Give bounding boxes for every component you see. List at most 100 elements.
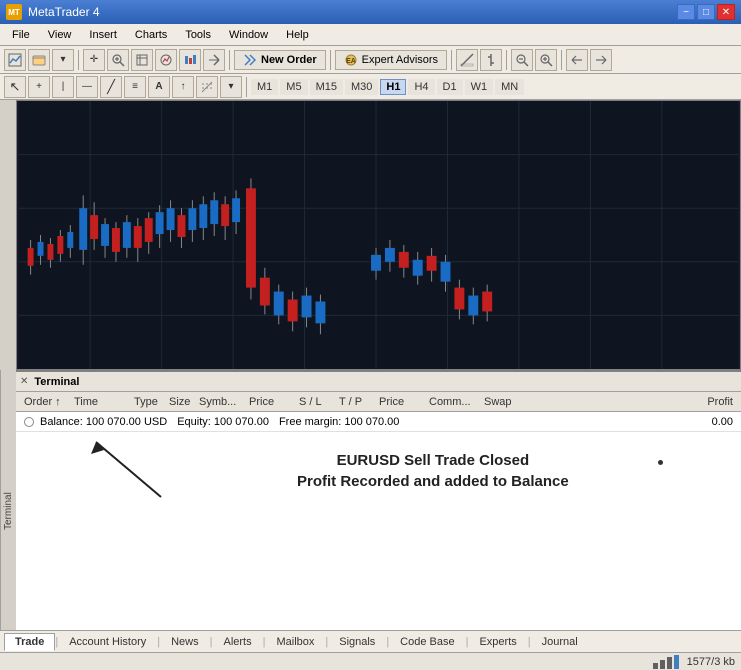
status-bar-icons: [653, 655, 683, 669]
tb-zoom-out-btn[interactable]: [511, 49, 533, 71]
menu-window[interactable]: Window: [221, 27, 276, 43]
tb-sep3: [330, 50, 331, 70]
th-comm: Comm...: [425, 396, 480, 408]
balance-icon: [24, 417, 34, 427]
terminal-side-label[interactable]: Terminal: [0, 370, 16, 652]
toolbar1: ▾ ✛ New Order EA Expert Advisors: [0, 46, 741, 74]
tb-dropdown1[interactable]: ▾: [52, 49, 74, 71]
menu-view[interactable]: View: [40, 27, 80, 43]
th-size: Size: [165, 396, 195, 408]
menu-tools[interactable]: Tools: [177, 27, 219, 43]
tb-crosshair-btn[interactable]: ✛: [83, 49, 105, 71]
tb-trendline-btn[interactable]: ╱: [100, 76, 122, 98]
tb-properties-btn[interactable]: [131, 49, 153, 71]
tab-account-history[interactable]: Account History: [58, 633, 157, 651]
tb-cursor-btn[interactable]: ↖: [4, 76, 26, 98]
th-profit: Profit: [525, 396, 737, 408]
annotation-line2: Profit Recorded and added to Balance: [297, 473, 569, 490]
title-bar-left: MT MetaTrader 4: [6, 4, 100, 20]
th-swap: Swap: [480, 396, 525, 408]
tb-sep1: [78, 50, 79, 70]
new-order-label: New Order: [261, 54, 317, 66]
tb-sep5: [506, 50, 507, 70]
tf-m5[interactable]: M5: [280, 79, 307, 95]
tf-m15[interactable]: M15: [310, 79, 343, 95]
th-symbol: Symb...: [195, 396, 245, 408]
tab-journal[interactable]: Journal: [531, 633, 589, 651]
bottom-tabs: Trade | Account History | News | Alerts …: [0, 630, 741, 652]
annotation-area: EURUSD Sell Trade Closed Profit Recorded…: [16, 432, 741, 650]
tf-h4[interactable]: H4: [408, 79, 434, 95]
balance-label: Balance: 100 070.00 USD: [40, 416, 167, 428]
tb-text-btn[interactable]: A: [148, 76, 170, 98]
tb-sep6: [561, 50, 562, 70]
tf-h1[interactable]: H1: [380, 79, 406, 95]
menu-insert[interactable]: Insert: [81, 27, 125, 43]
terminal-close-btn[interactable]: ✕: [20, 376, 28, 387]
tb-dropdown2[interactable]: ▾: [220, 76, 242, 98]
title-bar-text: MetaTrader 4: [28, 5, 100, 19]
terminal-label-text: Terminal: [3, 492, 14, 530]
tb-period-sep-btn[interactable]: [179, 49, 201, 71]
tb-zoom-in-btn[interactable]: [107, 49, 129, 71]
tab-alerts[interactable]: Alerts: [212, 633, 262, 651]
svg-text:EA: EA: [346, 58, 356, 65]
tb-equidist-btn[interactable]: ≡: [124, 76, 146, 98]
tb-redo-btn[interactable]: [590, 49, 612, 71]
tb-undo-btn[interactable]: [566, 49, 588, 71]
tb-indicators-btn[interactable]: [155, 49, 177, 71]
tb-arrow-btn[interactable]: ↑: [172, 76, 194, 98]
th-time: Time: [70, 396, 130, 408]
menu-charts[interactable]: Charts: [127, 27, 175, 43]
tb-chart-bar-btn[interactable]: [480, 49, 502, 71]
th-price2: Price: [375, 396, 425, 408]
tf-w1[interactable]: W1: [465, 79, 494, 95]
tb-chart-line-btn[interactable]: [456, 49, 478, 71]
annotation-text: EURUSD Sell Trade Closed Profit Recorded…: [297, 452, 569, 490]
app-icon: MT: [6, 4, 22, 20]
tf-mn[interactable]: MN: [495, 79, 524, 95]
th-tp: T / P: [335, 396, 375, 408]
tab-trade[interactable]: Trade: [4, 633, 55, 651]
tb-new-chart-btn[interactable]: [4, 49, 26, 71]
menu-help[interactable]: Help: [278, 27, 317, 43]
minimize-button[interactable]: −: [677, 4, 695, 20]
tab-signals[interactable]: Signals: [328, 633, 386, 651]
th-sl: S / L: [295, 396, 335, 408]
annotation-line1: EURUSD Sell Trade Closed: [297, 452, 569, 469]
tb-crosshair2-btn[interactable]: +: [28, 76, 50, 98]
tab-experts[interactable]: Experts: [468, 633, 527, 651]
tb-hline-btn[interactable]: —: [76, 76, 98, 98]
tab-codebase[interactable]: Code Base: [389, 633, 465, 651]
tab-news[interactable]: News: [160, 633, 210, 651]
expert-advisors-label: Expert Advisors: [362, 54, 438, 66]
terminal-panel: ✕ Terminal Order ↑ Time Type Size Symb..…: [16, 370, 741, 652]
maximize-button[interactable]: □: [697, 4, 715, 20]
terminal-header-label: Terminal: [34, 376, 79, 388]
title-bar: MT MetaTrader 4 − □ ✕: [0, 0, 741, 24]
tb-open-btn[interactable]: [28, 49, 50, 71]
window-controls: − □ ✕: [677, 4, 735, 20]
tb-vline-btn[interactable]: |: [52, 76, 74, 98]
close-button[interactable]: ✕: [717, 4, 735, 20]
tb-chart-shift-btn[interactable]: [203, 49, 225, 71]
tf-m30[interactable]: M30: [345, 79, 378, 95]
tb-fibretracement-btn[interactable]: [196, 76, 218, 98]
tf-d1[interactable]: D1: [437, 79, 463, 95]
th-type: Type: [130, 396, 165, 408]
new-order-button[interactable]: New Order: [234, 50, 326, 70]
balance-row: Balance: 100 070.00 USD Equity: 100 070.…: [16, 412, 741, 432]
expert-advisors-button[interactable]: EA Expert Advisors: [335, 50, 447, 70]
tb-sep7: [246, 77, 247, 97]
free-margin-label: Free margin: 100 070.00: [279, 416, 399, 428]
tb-sep2: [229, 50, 230, 70]
th-order: Order ↑: [20, 396, 70, 408]
tf-m1[interactable]: M1: [251, 79, 278, 95]
table-header: Order ↑ Time Type Size Symb... Price S /…: [16, 392, 741, 412]
menu-file[interactable]: File: [4, 27, 38, 43]
chart-area: [16, 100, 741, 370]
balance-info: Balance: 100 070.00 USD Equity: 100 070.…: [20, 416, 650, 428]
profit-value: 0.00: [650, 416, 737, 428]
tb-zoom-in2-btn[interactable]: [535, 49, 557, 71]
tab-mailbox[interactable]: Mailbox: [265, 633, 325, 651]
